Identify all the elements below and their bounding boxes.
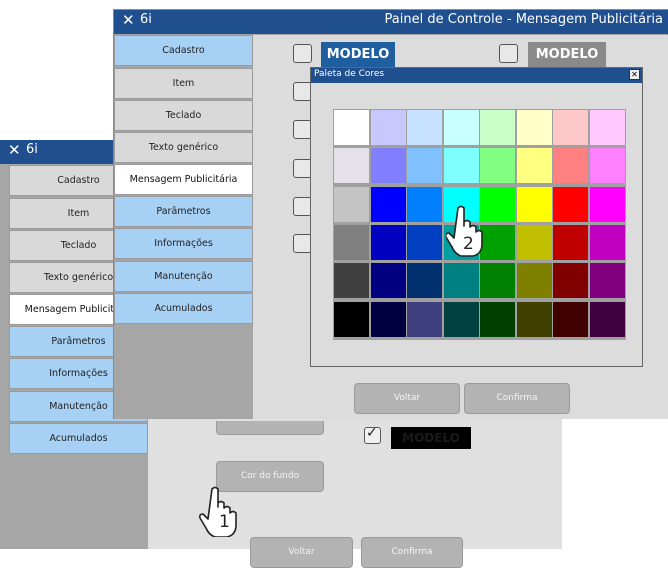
color-swatch[interactable] [553,148,588,184]
color-swatch[interactable] [334,301,369,337]
close-icon[interactable]: ✕ [8,141,21,159]
sidebar-item[interactable]: Mensagem Publicitária [114,164,253,195]
color-swatch[interactable] [589,224,625,260]
color-swatch[interactable] [516,110,552,145]
color-swatch[interactable] [370,301,406,337]
color-swatch[interactable] [553,224,588,260]
color-swatch[interactable] [553,186,588,222]
color-swatch[interactable] [553,263,588,299]
back-button[interactable]: Voltar [354,383,460,414]
color-swatch[interactable] [480,301,515,337]
sidebar-item[interactable]: Acumulados [114,293,253,324]
color-swatch[interactable] [334,148,369,184]
sidebar-item[interactable]: Parâmetros [114,196,253,227]
preview-model-black: MODELO [391,427,471,449]
color-swatch[interactable] [480,110,515,145]
color-swatch[interactable] [480,263,515,299]
color-swatch[interactable] [443,263,479,299]
color-swatch[interactable] [553,110,588,145]
option-checkbox-1[interactable] [293,44,312,63]
color-swatch[interactable] [370,263,406,299]
sidebar-item[interactable]: Manutenção [114,261,253,292]
color-swatch[interactable] [370,110,406,145]
color-swatch[interactable] [370,186,406,222]
color-swatch[interactable] [334,186,369,222]
sidebar-item[interactable]: Acumulados [9,423,148,454]
color-swatch[interactable] [516,224,552,260]
close-icon[interactable]: ✕ [122,11,135,29]
color-swatch[interactable] [407,110,442,145]
hidden-button[interactable] [216,421,324,435]
back-button[interactable]: Voltar [250,537,353,568]
color-swatch[interactable] [589,301,625,337]
color-swatch[interactable] [407,263,442,299]
color-swatch[interactable] [516,148,552,184]
hand-cursor-icon: 2 [445,204,490,260]
option-checkbox-right[interactable] [499,44,518,63]
color-swatch[interactable] [334,263,369,299]
preview-checkbox[interactable]: ✓ [364,425,381,444]
dialog-title: Paleta de Cores [314,69,385,79]
color-swatch[interactable] [407,148,442,184]
window-title: Painel de Controle - Mensagem Publicitár… [384,12,663,27]
app-name: 6i [140,12,152,27]
model-preview-gray: MODELO [528,42,606,67]
color-swatch[interactable] [370,148,406,184]
color-swatch[interactable] [370,224,406,260]
color-swatch[interactable] [589,110,625,145]
color-swatch[interactable] [553,301,588,337]
color-swatch[interactable] [407,224,442,260]
app-name: 6i [26,142,38,157]
sidebar-item[interactable]: Texto genérico [114,132,253,163]
sidebar-item[interactable]: Item [114,68,253,99]
hand-cursor-icon: 1 [198,485,242,538]
confirm-button[interactable]: Confirma [361,537,463,568]
color-swatch[interactable] [589,148,625,184]
close-icon[interactable]: ✕ [629,69,640,80]
sidebar-item[interactable]: Informações [114,228,253,259]
color-swatch[interactable] [589,263,625,299]
color-swatch[interactable] [516,263,552,299]
color-swatch[interactable] [516,301,552,337]
check-icon: ✓ [366,425,378,441]
color-swatch[interactable] [589,186,625,222]
step-label: 2 [463,234,474,254]
dialog-title-bar: Paleta de Cores ✕ [311,68,642,83]
sidebar-item[interactable]: Cadastro [114,35,253,66]
color-swatch[interactable] [443,110,479,145]
color-swatch[interactable] [407,186,442,222]
color-swatch[interactable] [334,110,369,145]
model-preview-blue: MODELO [321,42,395,67]
front-sidebar: Cadastro Item Teclado Texto genérico Mensage… [114,35,253,419]
step-label: 1 [219,512,230,532]
sidebar-item[interactable]: Teclado [114,100,253,131]
front-title-bar: ✕ 6i Painel de Controle - Mensagem Publi… [114,10,668,34]
color-swatch[interactable] [443,148,479,184]
color-swatch[interactable] [334,224,369,260]
color-swatch[interactable] [516,186,552,222]
color-swatch[interactable] [407,301,442,337]
color-swatch[interactable] [480,148,515,184]
confirm-button[interactable]: Confirma [464,383,570,414]
color-swatch[interactable] [443,301,479,337]
